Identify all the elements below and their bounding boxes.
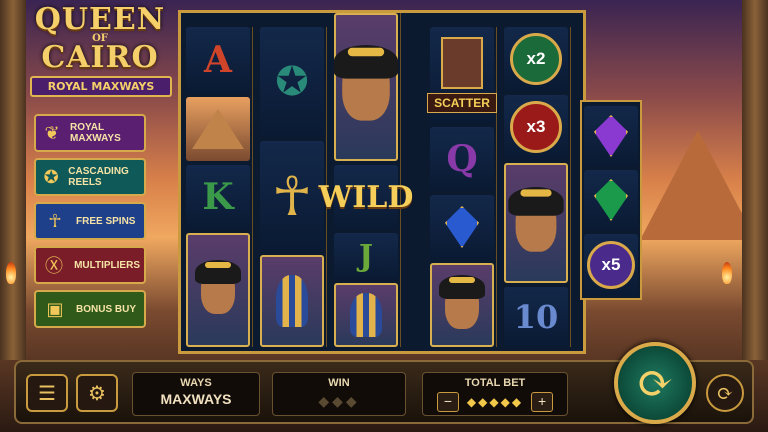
ways-panel: WAYS MAXWAYS (132, 372, 260, 416)
feature-bonus-buy[interactable]: ▣ BONUS BUY (34, 290, 146, 328)
symbol-a: A (186, 27, 250, 93)
settings-button[interactable]: ⚙ (76, 374, 118, 412)
queen-symbol (504, 163, 568, 283)
reel-2: ✪ ☥ (257, 27, 327, 347)
scarab-wings-icon: ❦ (44, 122, 60, 144)
pyramid-icon (186, 97, 250, 161)
bet-decrease-button[interactable]: − (436, 392, 459, 412)
queen-symbol (186, 233, 250, 347)
sapphire-gem-icon (430, 195, 494, 259)
reel-grid: A K ✪ ☥ WILD J SCATTER Q x2 x3 10 (178, 10, 586, 354)
symbol-q: Q (430, 127, 494, 191)
left-pillar (0, 0, 26, 360)
pharaoh-symbol (334, 283, 398, 347)
menu-button[interactable]: ☰ (26, 374, 68, 412)
reel-5: x2 x3 10 (501, 27, 571, 347)
torch-left-icon (6, 262, 16, 284)
feature-royal-maxways[interactable]: ❦ ROYAL MAXWAYS (34, 114, 146, 152)
logo-queen: QUEEN (34, 2, 166, 37)
reel-6-frame: x5 (580, 100, 642, 300)
x-icon: Ⓧ (45, 256, 64, 277)
queen-symbol (430, 263, 494, 347)
right-pillar (742, 0, 768, 360)
chest-icon: ▣ (46, 298, 64, 320)
scatter-symbol: SCATTER (427, 27, 497, 123)
symbol-10: 10 (504, 287, 568, 347)
emerald-gem-icon (584, 170, 638, 230)
book-icon (441, 37, 483, 89)
spin-arrow-icon: ⟳ (636, 357, 674, 409)
bet-increase-button[interactable]: + (531, 392, 554, 412)
wild-symbol: WILD (319, 165, 413, 229)
reel-4: SCATTER Q (427, 27, 497, 347)
win-value: ◆◆◆ (318, 393, 360, 409)
spin-button[interactable]: ⟳ (614, 342, 696, 424)
game-logo: QUEEN OF CAIRO ROYAL MAXWAYS (30, 2, 172, 97)
reel-3: WILD J (319, 13, 413, 347)
amethyst-gem-icon (584, 106, 638, 166)
symbol-j: J (334, 233, 398, 279)
autoplay-button[interactable]: ⟳ (706, 374, 744, 412)
multiplier-x5: x5 (584, 234, 638, 296)
pharaoh-symbol (260, 255, 324, 347)
scarab-icon: ✪ (43, 166, 59, 188)
multiplier-x3: x3 (504, 95, 568, 159)
bet-label: TOTAL BET (464, 377, 526, 389)
feature-multipliers[interactable]: Ⓧ MULTIPLIERS (34, 246, 146, 284)
logo-subtitle: ROYAL MAXWAYS (30, 76, 172, 97)
symbol-k: K (186, 165, 250, 229)
logo-cairo: CAIRO (41, 40, 159, 75)
win-label: WIN (328, 377, 350, 389)
bet-value: ◆◆◆◆◆ (466, 395, 524, 409)
feature-list: ❦ ROYAL MAXWAYS ✪ CASCADING REELS ☥ FREE… (34, 114, 146, 334)
bet-panel: TOTAL BET − ◆◆◆◆◆ + (422, 372, 568, 416)
pyramid-background (640, 130, 756, 240)
scarab-symbol-icon: ✪ (260, 27, 324, 137)
queen-symbol (333, 13, 399, 161)
multiplier-x2: x2 (504, 27, 568, 91)
gear-icon: ⚙ (88, 381, 106, 405)
reel-1: A K (183, 27, 253, 347)
menu-icon: ☰ (38, 381, 56, 405)
ankh-icon: ☥ (48, 210, 62, 232)
win-panel: WIN ◆◆◆ (272, 372, 406, 416)
torch-right-icon (722, 262, 732, 284)
ways-value: MAXWAYS (160, 391, 232, 407)
feature-free-spins[interactable]: ☥ FREE SPINS (34, 202, 146, 240)
feature-cascading-reels[interactable]: ✪ CASCADING REELS (34, 158, 146, 196)
ways-label: WAYS (180, 377, 212, 389)
refresh-icon: ⟳ (716, 381, 734, 405)
ankh-symbol-icon: ☥ (260, 141, 324, 251)
